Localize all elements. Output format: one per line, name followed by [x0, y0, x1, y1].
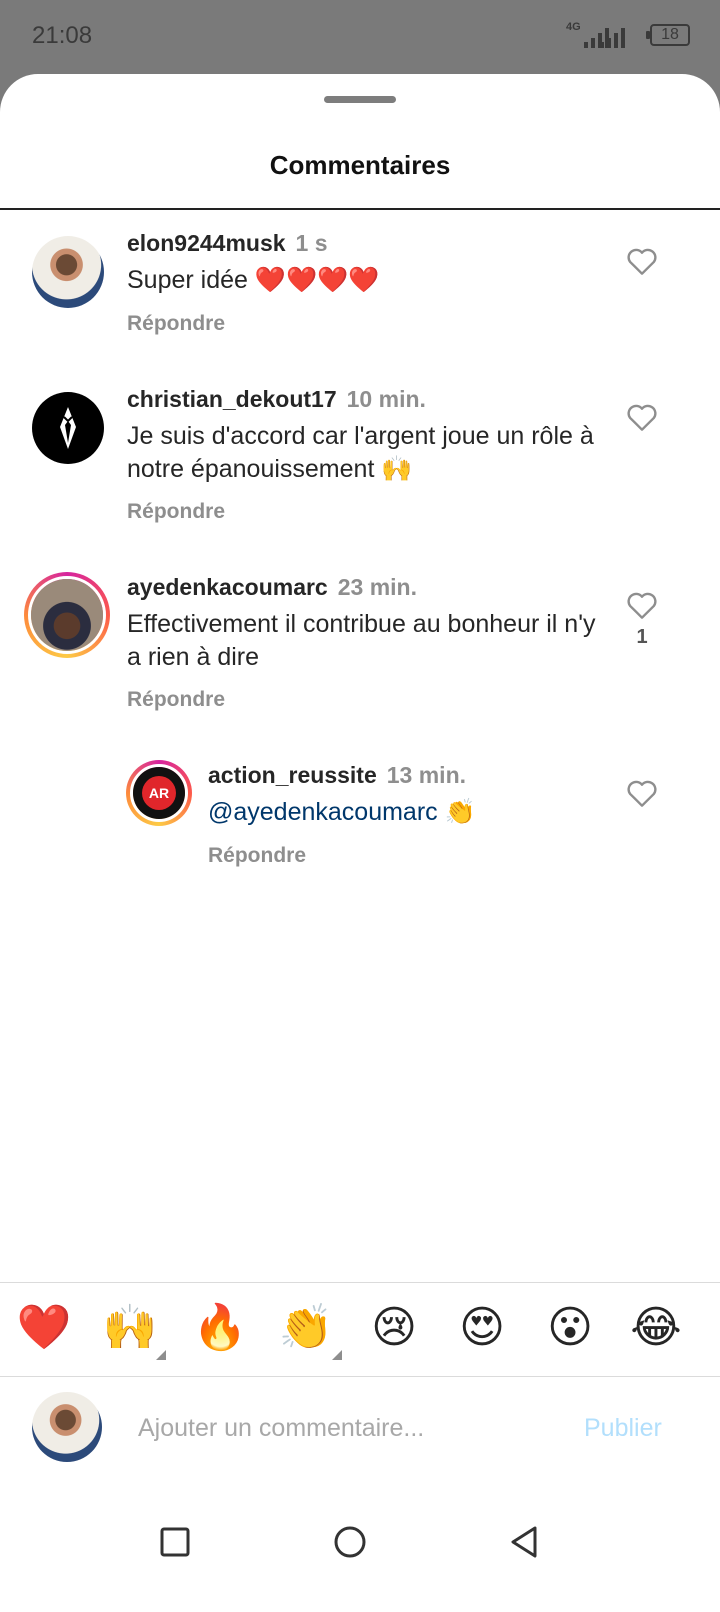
publish-button[interactable]: Publier [584, 1414, 662, 1443]
reply-button[interactable]: Répondre [127, 312, 225, 336]
reply-button[interactable]: Répondre [127, 688, 225, 712]
emoji-surprised-button[interactable]: 😮 [540, 1298, 600, 1358]
comment-text: Effectivement il contribue au bonheur il… [127, 610, 596, 671]
username-text[interactable]: christian_dekout17 [127, 386, 337, 412]
comment-text: Je suis d'accord car l'argent joue un rô… [127, 422, 594, 483]
emoji-raised-hands-button[interactable]: 🙌 [100, 1298, 166, 1360]
network-type: 4G [566, 21, 581, 33]
avatar-story-ring[interactable] [24, 572, 110, 658]
heart-outline-icon[interactable] [626, 590, 658, 620]
comment-time: 1 s [295, 230, 328, 256]
battery-icon: 18 [646, 24, 690, 46]
avatar: AR [133, 767, 185, 819]
username-text[interactable]: action_reussite [208, 762, 377, 788]
comment-time: 23 min. [337, 574, 417, 600]
comment-emoji-text: 👏 [437, 798, 476, 826]
square-recents-icon[interactable] [155, 1522, 195, 1562]
status-time: 21:08 [32, 22, 93, 49]
username-text[interactable]: elon9244musk [127, 230, 286, 256]
heart-outline-icon[interactable] [626, 246, 658, 276]
heart-outline-icon[interactable] [626, 402, 658, 432]
status-bar: 21:08 4G 18 [0, 0, 720, 74]
comment-text: @ayedenkacoumarc 👏 [208, 796, 608, 829]
comment-time: 13 min. [386, 762, 467, 788]
comment-username[interactable]: elon9244musk 1 s [127, 230, 328, 257]
comment-username[interactable]: action_reussite 13 min. [208, 762, 466, 789]
composer-divider [0, 1376, 720, 1377]
emoji-laughing-button[interactable]: 😂 [626, 1298, 686, 1358]
avatar [31, 579, 103, 651]
emoji-raised-hands: 🙌 [102, 1303, 158, 1352]
drag-handle[interactable] [324, 96, 396, 103]
brand-logo-icon: AR [142, 776, 176, 810]
like-count: 1 [636, 626, 648, 648]
comment-input[interactable] [138, 1408, 558, 1448]
emoji-reaction-bar: ❤️ 🙌 🔥 👏 😢 😍 😮 😂 [0, 1298, 720, 1360]
suit-figure-icon [60, 407, 76, 449]
current-user-avatar [32, 1392, 102, 1462]
comments-sheet: Commentaires elon9244musk 1 s Super idée … [0, 74, 720, 1612]
username-text[interactable]: ayedenkacoumarc [127, 574, 328, 600]
comment-username[interactable]: ayedenkacoumarc 23 min. [127, 574, 417, 601]
skin-tone-indicator-icon [156, 1350, 166, 1360]
title-divider [0, 208, 720, 210]
circle-home-icon[interactable] [330, 1522, 370, 1562]
reply-button[interactable]: Répondre [127, 500, 225, 524]
avatar[interactable] [32, 392, 104, 464]
emoji-clap: 👏 [278, 1303, 334, 1352]
comment-username[interactable]: christian_dekout17 10 min. [127, 386, 426, 413]
avatar[interactable] [32, 236, 104, 308]
reply-button[interactable]: Répondre [208, 844, 306, 868]
comment-text: Super idée ❤️❤️❤️❤️ [127, 266, 380, 294]
system-nav-bar [0, 1492, 720, 1592]
sheet-title: Commentaires [269, 150, 451, 180]
emoji-divider [0, 1282, 720, 1283]
avatar-story-ring[interactable]: AR [126, 760, 192, 826]
emoji-heart-eyes-button[interactable]: 😍 [452, 1298, 512, 1358]
skin-tone-indicator-icon [332, 1350, 342, 1360]
mention-link[interactable]: @ayedenkacoumarc [208, 798, 438, 826]
comment-time: 10 min. [346, 386, 426, 412]
heart-outline-icon[interactable] [626, 778, 658, 808]
emoji-heart-button[interactable]: ❤️ [14, 1298, 74, 1358]
signal-icon-2 [600, 24, 625, 48]
emoji-crying-button[interactable]: 😢 [364, 1298, 424, 1358]
triangle-back-icon[interactable] [505, 1522, 545, 1562]
emoji-clap-button[interactable]: 👏 [276, 1298, 342, 1360]
emoji-fire-button[interactable]: 🔥 [190, 1298, 250, 1358]
